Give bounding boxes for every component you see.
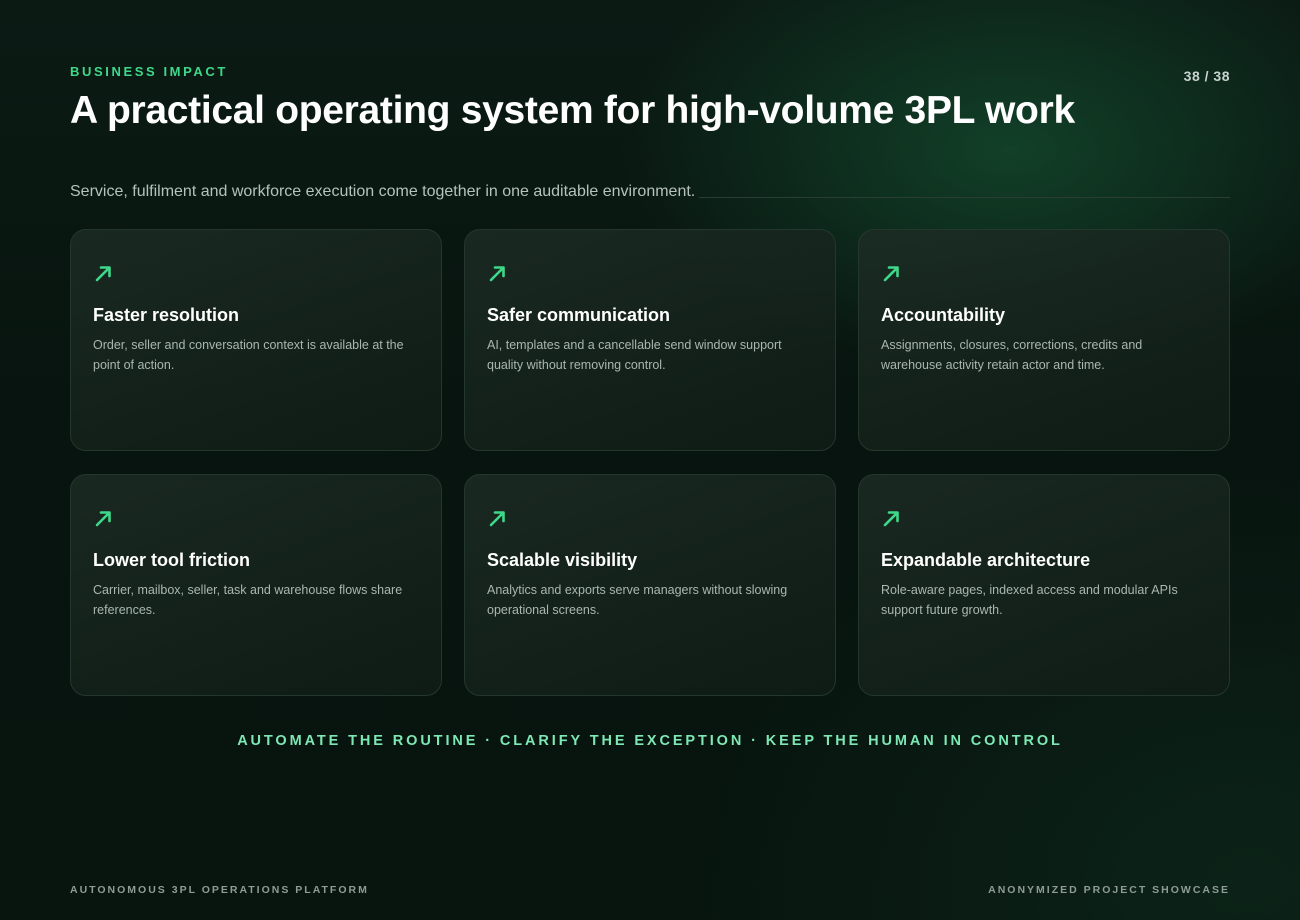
card-safer-communication: Safer communication AI, templates and a … [464, 229, 836, 451]
arrow-up-right-icon [489, 266, 505, 282]
card-title: Scalable visibility [487, 550, 638, 570]
card-title: Faster resolution [93, 305, 240, 325]
card-faster-resolution: Faster resolution Order, seller and conv… [70, 229, 442, 451]
page-number: 38 / 38 [1183, 68, 1230, 84]
card-title: Accountability [881, 305, 1006, 325]
card-title: Lower tool friction [93, 550, 250, 570]
card-description: Analytics and exports serve managers wit… [487, 583, 788, 617]
slide: BUSINESS IMPACT 38 / 38 A practical oper… [0, 0, 1300, 920]
page-subtitle: Service, fulfilment and workforce execut… [70, 183, 696, 200]
page-title: A practical operating system for high-vo… [70, 89, 1075, 132]
footer-showcase-label: ANONYMIZED PROJECT SHOWCASE [988, 884, 1230, 896]
footer-product-name: AUTONOMOUS 3PL OPERATIONS PLATFORM [70, 884, 369, 896]
subtitle-row: Service, fulfilment and workforce execut… [70, 182, 1230, 202]
header-divider [699, 197, 1230, 198]
arrow-up-right-icon [883, 511, 899, 527]
arrow-up-right-icon [95, 511, 111, 527]
arrow-up-right-icon [95, 266, 111, 282]
card-title: Expandable architecture [881, 550, 1091, 570]
card-lower-tool-friction: Lower tool friction Carrier, mailbox, se… [70, 474, 442, 696]
card-description: Order, seller and conversation context i… [93, 338, 404, 372]
card-description: Role-aware pages, indexed access and mod… [881, 583, 1178, 617]
card-scalable-visibility: Scalable visibility Analytics and export… [464, 474, 836, 696]
section-eyebrow: BUSINESS IMPACT [70, 64, 228, 79]
arrow-up-right-icon [489, 511, 505, 527]
card-accountability: Accountability Assignments, closures, co… [858, 229, 1230, 451]
card-description: Carrier, mailbox, seller, task and wareh… [93, 583, 403, 617]
card-description: AI, templates and a cancellable send win… [487, 338, 782, 372]
card-title: Safer communication [487, 305, 671, 325]
closing-tagline: AUTOMATE THE ROUTINE · CLARIFY THE EXCEP… [237, 733, 1063, 749]
impact-card-grid: Faster resolution Order, seller and conv… [70, 229, 1230, 696]
card-description: Assignments, closures, corrections, cred… [881, 338, 1143, 372]
arrow-up-right-icon [883, 266, 899, 282]
card-expandable-architecture: Expandable architecture Role-aware pages… [858, 474, 1230, 696]
